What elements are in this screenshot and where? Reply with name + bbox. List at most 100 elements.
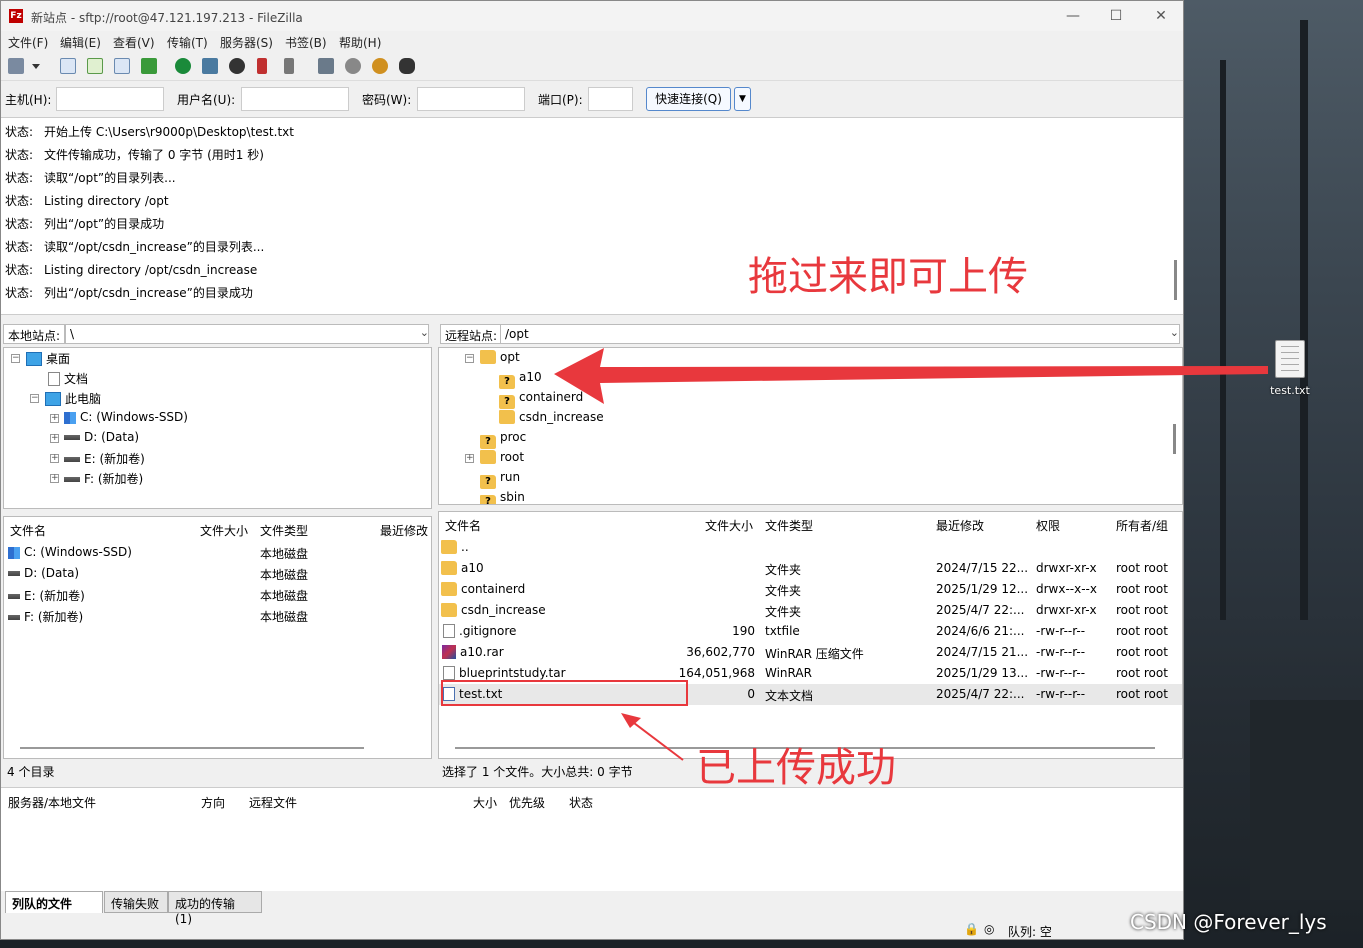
text-file-icon [443,624,455,638]
toggle-local-tree-icon[interactable] [84,55,106,77]
menu-file[interactable]: 文件(F) [8,34,48,51]
close-button[interactable]: ✕ [1149,6,1173,26]
column-filesize[interactable]: 文件大小 [200,522,248,539]
tree-item-drive-d[interactable]: D: (Data) [64,430,139,444]
tab-failed-transfers[interactable]: 传输失败 [104,891,168,913]
password-input[interactable] [417,87,525,111]
expand-icon[interactable]: + [465,454,474,463]
chevron-down-icon[interactable]: ⌄ [1170,326,1179,339]
list-item[interactable]: C: (Windows-SSD) [8,545,132,559]
tree-item-root[interactable]: root [480,450,524,464]
queue-column-status[interactable]: 状态 [569,794,593,811]
tree-item-sbin[interactable]: ? sbin [480,490,525,504]
tree-item-this-pc[interactable]: 此电脑 [45,390,101,407]
menu-bookmarks[interactable]: 书签(B) [285,34,327,51]
collapse-icon[interactable]: − [30,394,39,403]
search-binoculars-icon[interactable] [396,55,418,77]
host-input[interactable] [56,87,164,111]
table-row[interactable]: containerd [441,582,525,596]
table-row[interactable]: csdn_increase [441,603,546,617]
collapse-icon[interactable]: − [11,354,20,363]
queue-column-remote[interactable]: 远程文件 [249,794,297,811]
list-item[interactable]: D: (Data) [8,566,79,580]
column-filesize[interactable]: 文件大小 [705,517,753,534]
remote-path-input[interactable]: /opt [500,324,1180,344]
toggle-remote-tree-icon[interactable] [111,55,133,77]
tree-item-csdn-increase[interactable]: csdn_increase [499,410,604,424]
site-manager-icon[interactable] [5,55,27,77]
expand-icon[interactable]: + [50,454,59,463]
toggle-log-icon[interactable] [57,55,79,77]
directory-filter-icon[interactable] [315,55,337,77]
vertical-scrollbar[interactable] [1173,424,1176,454]
disconnect-icon[interactable] [254,55,276,77]
process-queue-icon[interactable] [199,55,221,77]
column-permissions[interactable]: 权限 [1036,517,1060,534]
table-row[interactable]: a10 [441,561,484,575]
toggle-queue-icon[interactable] [138,55,160,77]
expand-icon[interactable]: + [50,474,59,483]
log-scrollbar[interactable] [1174,260,1177,300]
menu-help[interactable]: 帮助(H) [339,34,381,51]
file-type: 文件夹 [765,584,802,598]
cancel-icon[interactable] [226,55,248,77]
expand-icon[interactable]: + [50,434,59,443]
table-row[interactable]: blueprintstudy.tar [443,666,566,680]
tree-item-drive-e[interactable]: E: (新加卷) [64,450,145,467]
title-bar: Fz 新站点 - sftp://root@47.121.197.213 - Fi… [1,1,1183,31]
file-type: 文件夹 [765,605,802,619]
list-item[interactable]: F: (新加卷) [8,608,83,625]
tree-item-drive-c[interactable]: C: (Windows-SSD) [64,410,188,424]
tree-item-documents[interactable]: 文档 [48,370,88,387]
table-row[interactable]: .gitignore [443,624,516,638]
menu-server[interactable]: 服务器(S) [220,34,273,51]
tree-item-containerd[interactable]: ? containerd [499,390,583,409]
tree-item-a10[interactable]: ? a10 [499,370,542,389]
column-owner[interactable]: 所有者/组 [1116,517,1168,534]
site-manager-dropdown-icon[interactable] [29,55,43,77]
queue-column-direction[interactable]: 方向 [201,794,225,811]
menu-transfer[interactable]: 传输(T) [167,34,208,51]
quickconnect-button[interactable]: 快速连接(Q) [646,87,731,111]
table-row-parent[interactable]: .. [441,540,469,554]
quickconnect-dropdown-button[interactable]: ▼ [734,87,751,111]
tree-item-opt[interactable]: opt [480,350,520,364]
queue-column-priority[interactable]: 优先级 [509,794,545,811]
desktop-file-test-txt[interactable]: test.txt [1262,338,1318,402]
table-row[interactable]: a10.rar [442,645,504,659]
column-filename[interactable]: 文件名 [445,517,481,534]
column-filetype[interactable]: 文件类型 [765,517,813,534]
username-input[interactable] [241,87,349,111]
collapse-icon[interactable]: − [465,354,474,363]
column-modified[interactable]: 最近修改 [936,517,984,534]
column-filename[interactable]: 文件名 [10,522,46,539]
tree-item-run[interactable]: ? run [480,470,520,489]
file-owner: root root [1116,666,1168,680]
tree-item-proc[interactable]: ? proc [480,430,526,449]
tab-queued-files[interactable]: 列队的文件 [5,891,103,913]
queue-column-size[interactable]: 大小 [473,794,497,811]
expand-icon[interactable]: + [50,414,59,423]
local-path-input[interactable]: \ [65,324,429,344]
file-icon [443,666,455,680]
refresh-icon[interactable] [172,55,194,77]
list-item[interactable]: E: (新加卷) [8,587,85,604]
sync-browse-icon[interactable] [369,55,391,77]
menu-edit[interactable]: 编辑(E) [60,34,101,51]
horizontal-scrollbar[interactable] [20,747,364,749]
tree-item-desktop[interactable]: 桌面 [26,350,70,367]
file-permissions: drwxr-xr-x [1036,603,1097,617]
reconnect-icon[interactable] [281,55,303,77]
comparison-icon[interactable] [342,55,364,77]
tree-item-drive-f[interactable]: F: (新加卷) [64,470,143,487]
chevron-down-icon[interactable]: ⌄ [420,326,429,339]
file-modified: 2025/4/7 22:... [936,687,1025,701]
menu-view[interactable]: 查看(V) [113,34,155,51]
port-input[interactable] [588,87,633,111]
queue-column-local[interactable]: 服务器/本地文件 [8,794,96,811]
column-filetype[interactable]: 文件类型 [260,522,308,539]
minimize-button[interactable]: — [1061,6,1085,26]
tab-successful-transfers[interactable]: 成功的传输 (1) [168,891,262,926]
maximize-button[interactable]: ☐ [1104,6,1128,26]
column-modified[interactable]: 最近修改 [380,522,428,539]
